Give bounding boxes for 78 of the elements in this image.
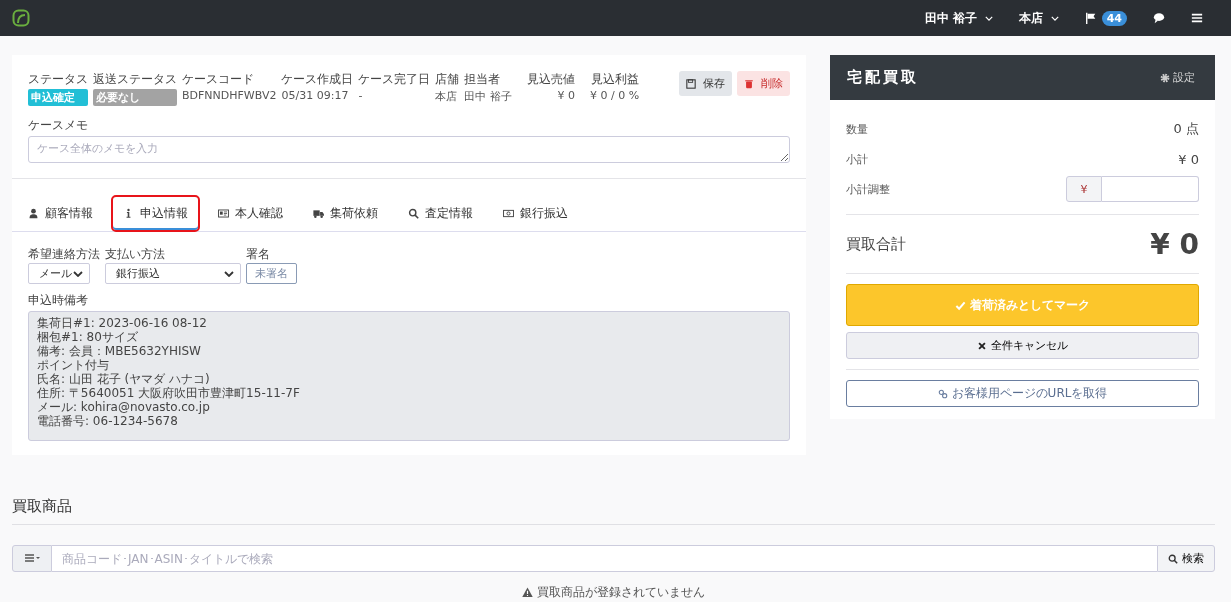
- chat-icon[interactable]: [1153, 12, 1165, 24]
- panel-title: 宅配買取: [847, 68, 919, 87]
- chevron-down-icon: [1050, 15, 1059, 21]
- flag-icon[interactable]: [1084, 12, 1097, 24]
- memo-label: ケースメモ: [28, 117, 89, 134]
- chevron-down-icon: [984, 15, 993, 21]
- adjustment-field[interactable]: [1102, 176, 1199, 202]
- field-label: 返送ステータス: [93, 71, 177, 88]
- chevron-down-icon: [73, 270, 83, 277]
- total-label: 買取合計: [846, 234, 906, 254]
- field-label: 見込売値: [527, 71, 575, 88]
- filter-button[interactable]: [12, 545, 52, 572]
- field-label: 担当者: [464, 71, 502, 88]
- field-label: 支払い方法: [105, 246, 166, 263]
- tab[interactable]: 申込情報: [111, 195, 200, 232]
- total-value: ¥ 0: [1150, 227, 1199, 261]
- field-label: 申込時備考: [28, 293, 88, 307]
- field-value: 本店: [435, 89, 459, 104]
- row-label: 数量: [846, 121, 868, 137]
- row-label: 小計: [846, 151, 868, 167]
- section-title: 買取商品: [12, 497, 1215, 525]
- field-value: ¥ 0 / 0 %: [590, 89, 640, 102]
- field-value: 05/31 09:17: [281, 89, 350, 102]
- memo-field[interactable]: ケース全体のメモを入力: [28, 136, 790, 163]
- link-icon: [937, 388, 948, 399]
- search-icon: [408, 208, 419, 219]
- banknote-icon: [503, 208, 514, 219]
- tab[interactable]: 集荷依頼: [301, 195, 390, 232]
- field-label: ステータス: [28, 71, 88, 88]
- user-menu[interactable]: 田中 裕子: [924, 9, 993, 27]
- payment-select[interactable]: 銀行振込: [105, 263, 241, 284]
- delete-button[interactable]: 削除: [737, 71, 790, 96]
- person-icon: [28, 208, 39, 219]
- empty-message: 買取商品が登録されていません: [537, 584, 705, 601]
- search-button[interactable]: 検索: [1157, 545, 1215, 572]
- checkmark-icon: [955, 299, 966, 311]
- settings-icon: [1160, 72, 1170, 83]
- sliders-icon: [24, 553, 40, 563]
- notification-count: 44: [1101, 10, 1127, 26]
- remarks-field[interactable]: 集荷日#1: 2023-06-16 08-12 梱包#1: 80サイズ 備考: 会員：MBE5632YHISW ポイント付与 氏名: 山田 花子 (ヤマダ ハナコ) 住所: 〒5640051 大阪府吹田市豊津町15-11-7F メール: kohira@novasto.co.jp 電話番号: 06-1234-5678: [28, 311, 790, 441]
- field-label: 署名: [246, 246, 271, 263]
- settings-link[interactable]: 設定: [1160, 70, 1195, 85]
- row-value: 0 点: [1173, 120, 1199, 138]
- tab[interactable]: 銀行振込: [491, 195, 580, 232]
- contact-select[interactable]: メール: [28, 263, 90, 284]
- cancel-all-button[interactable]: 全件キャンセル: [846, 332, 1199, 359]
- status-badge: 申込確定: [28, 89, 88, 106]
- field-label: 希望連絡方法: [28, 246, 100, 263]
- id-card-icon: [218, 208, 229, 219]
- trash-icon: [744, 78, 754, 89]
- field-label: 店舗: [435, 71, 460, 88]
- tab[interactable]: 査定情報: [396, 195, 485, 232]
- tab[interactable]: 本人確認: [206, 195, 295, 232]
- field-value: ¥ 0: [557, 89, 575, 102]
- row-label: 小計調整: [846, 181, 890, 197]
- save-button[interactable]: 保存: [679, 71, 732, 96]
- chevron-down-icon: [224, 270, 234, 277]
- search-field[interactable]: 商品コード･JAN･ASIN･タイトルで検索: [52, 545, 1157, 572]
- field-value: BDFNNDHFWBV2: [182, 89, 277, 102]
- warning-icon: [522, 587, 533, 598]
- truck-icon: [313, 208, 324, 219]
- row-value: ¥ 0: [1178, 151, 1199, 167]
- store-menu[interactable]: 本店: [1018, 9, 1059, 27]
- field-label: ケース作成日: [281, 71, 354, 88]
- field-label: 見込利益: [591, 71, 640, 88]
- field-label: ケースコード: [182, 71, 255, 88]
- leaf-logo-icon[interactable]: [12, 9, 30, 27]
- menu-icon[interactable]: [1191, 12, 1203, 24]
- search-icon: [1168, 553, 1178, 564]
- status-badge: 必要なし: [93, 89, 177, 106]
- field-value: 田中 裕子: [464, 89, 512, 104]
- close-icon: [977, 340, 987, 351]
- field-label: ケース完了日: [358, 71, 431, 88]
- tab[interactable]: 顧客情報: [16, 195, 105, 232]
- field-value: -: [358, 89, 364, 102]
- signature-button[interactable]: 未署名: [246, 263, 297, 284]
- currency-prefix: ¥: [1066, 176, 1102, 202]
- get-url-button[interactable]: お客様用ページのURLを取得: [846, 380, 1199, 407]
